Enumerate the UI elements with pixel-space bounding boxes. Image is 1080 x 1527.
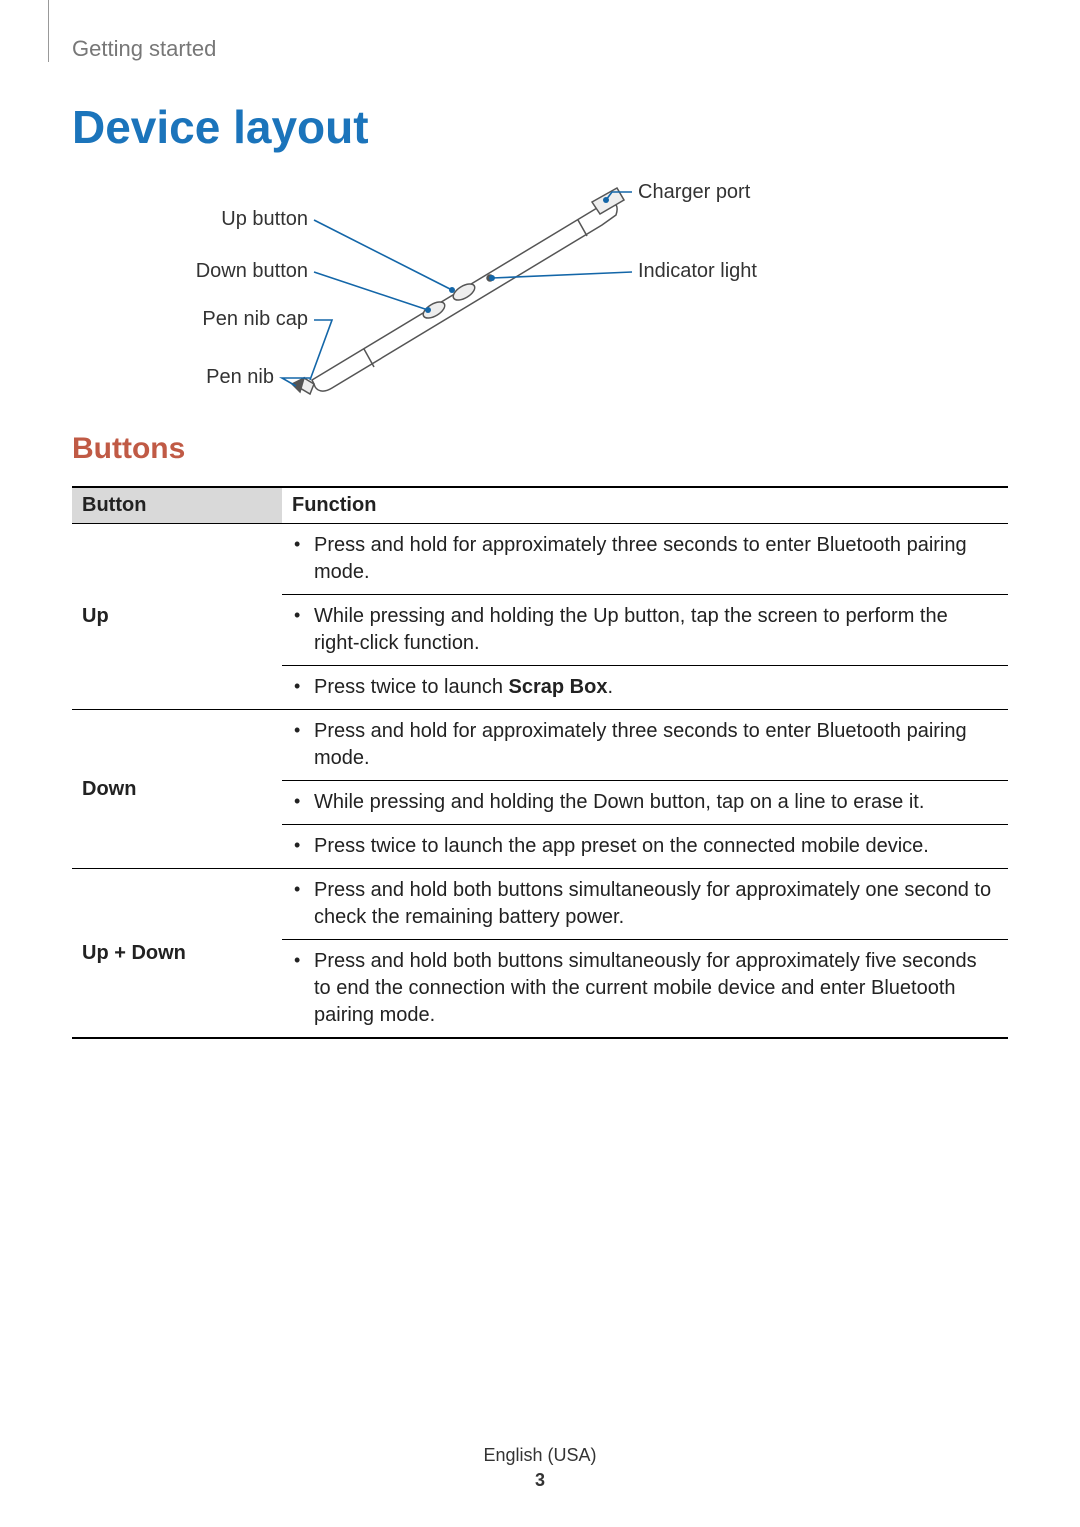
function-item: Press and hold both buttons simultaneous… <box>282 939 1008 1037</box>
function-cell: Press and hold both buttons simultaneous… <box>282 869 1008 1039</box>
page-footer: English (USA) 3 <box>0 1445 1080 1491</box>
header-rule <box>48 0 49 62</box>
button-name-cell: Down <box>72 710 282 869</box>
label-pen-nib: Pen nib <box>198 366 274 389</box>
function-list: Press and hold both buttons simultaneous… <box>282 869 1008 1037</box>
function-item: Press and hold for approximately three s… <box>282 524 1008 594</box>
device-layout-diagram: Up button Down button Pen nib cap Pen ni… <box>72 170 932 420</box>
footer-language: English (USA) <box>483 1445 596 1465</box>
table-row: DownPress and hold for approximately thr… <box>72 710 1008 869</box>
label-indicator-light: Indicator light <box>638 260 757 283</box>
label-up-button: Up button <box>198 208 308 231</box>
function-cell: Press and hold for approximately three s… <box>282 524 1008 710</box>
function-list: Press and hold for approximately three s… <box>282 710 1008 868</box>
buttons-table: Button Function UpPress and hold for app… <box>72 486 1008 1039</box>
button-name-cell: Up <box>72 524 282 710</box>
col-header-function: Function <box>282 487 1008 524</box>
col-header-button: Button <box>72 487 282 524</box>
label-charger-port: Charger port <box>638 181 750 204</box>
table-row: Up + DownPress and hold both buttons sim… <box>72 869 1008 1039</box>
function-item-suffix: . <box>607 676 613 698</box>
section-heading: Getting started <box>72 36 216 62</box>
footer-page-number: 3 <box>0 1470 1080 1491</box>
function-item: Press and hold for approximately three s… <box>282 710 1008 780</box>
buttons-heading: Buttons <box>72 432 185 466</box>
function-item: While pressing and holding the Up button… <box>282 594 1008 665</box>
function-item-prefix: Press twice to launch <box>314 676 509 698</box>
function-item-bold: Scrap Box <box>509 676 608 698</box>
function-item: Press twice to launch Scrap Box. <box>282 665 1008 709</box>
page-title: Device layout <box>72 100 369 154</box>
table-row: UpPress and hold for approximately three… <box>72 524 1008 710</box>
function-item: Press twice to launch the app preset on … <box>282 824 1008 868</box>
buttons-tbody: UpPress and hold for approximately three… <box>72 524 1008 1039</box>
label-down-button: Down button <box>172 260 308 283</box>
manual-page: Getting started Device layout <box>0 0 1080 1527</box>
label-pen-nib-cap: Pen nib cap <box>190 308 308 331</box>
function-list: Press and hold for approximately three s… <box>282 524 1008 709</box>
button-name-cell: Up + Down <box>72 869 282 1039</box>
function-cell: Press and hold for approximately three s… <box>282 710 1008 869</box>
function-item: While pressing and holding the Down butt… <box>282 780 1008 824</box>
function-item: Press and hold both buttons simultaneous… <box>282 869 1008 939</box>
